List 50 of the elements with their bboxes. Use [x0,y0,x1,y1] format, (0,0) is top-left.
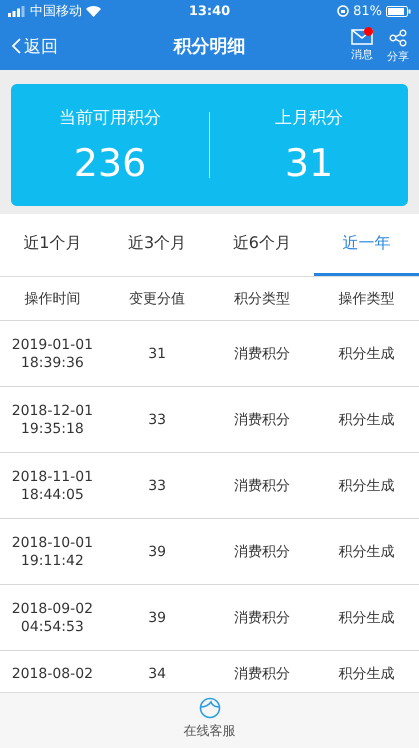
column-header: 操作时间 [23,290,82,308]
table-cell-text: 消费积分 [232,542,291,560]
chevron-left-icon [10,37,22,55]
table-cell-text: 2019-01-01 18:39:36 [10,336,94,372]
table-cell-text: 2018-09-02 04:54:53 [10,600,94,636]
wifi-icon [86,6,101,16]
table-cell-text: 34 [147,665,168,683]
table-cell-text: 39 [147,542,168,560]
signal-icon [8,6,26,16]
table-cell-text: 积分生成 [338,410,396,428]
mail-icon [351,28,373,44]
table-cell-text: 消费积分 [232,665,291,683]
table-cell-text: 33 [147,476,168,494]
table-cell-text: 消费积分 [232,476,291,494]
clock-time: 13:40 [188,4,230,18]
summary-value: 31 [284,140,334,184]
column-header: 变更分值 [128,290,186,308]
page-title: 积分明细 [174,35,246,58]
messages-button[interactable]: 消息 [351,28,373,64]
table-cell-text: 消费积分 [232,410,291,428]
carrier-name: 中国移动 [30,3,82,20]
table-cell-text: 消费积分 [232,608,291,626]
summary-label: 上月积分 [275,106,343,128]
period-tab[interactable]: 近1个月 [0,214,105,276]
rotation-lock-icon [337,5,350,17]
online-service-button[interactable]: 在线客服 [178,693,242,748]
battery-percent: 81% [353,4,382,18]
table-cell-text: 2018-11-01 18:44:05 [10,468,94,504]
table-cell-text: 消费积分 [232,344,291,362]
table-cell-text: 31 [147,344,168,362]
table-cell-text: 2018-08-02 [10,665,94,683]
period-tab[interactable]: 近3个月 [104,214,210,276]
table-cell-text: 积分生成 [338,476,396,494]
table-cell-text: 39 [147,608,168,626]
summary-value: 236 [74,140,146,184]
table-cell-text: 33 [147,410,168,428]
battery-icon [386,6,412,16]
column-header: 积分类型 [232,290,291,308]
share-button[interactable]: 分享 [387,28,409,64]
back-button[interactable]: 返回 [10,34,58,58]
table-cell-text: 积分生成 [338,665,396,683]
table-cell-text: 积分生成 [338,344,396,362]
column-header: 操作类型 [338,290,396,308]
table-cell-text: 2018-12-01 19:35:18 [10,402,94,438]
share-icon [389,28,407,46]
summary-label: 当前可用积分 [59,106,161,128]
table-cell-text: 积分生成 [338,542,396,560]
table-cell-text: 积分生成 [338,608,396,626]
table-cell-text: 2018-10-01 19:11:42 [10,534,94,570]
period-tab[interactable]: 近6个月 [210,214,314,276]
